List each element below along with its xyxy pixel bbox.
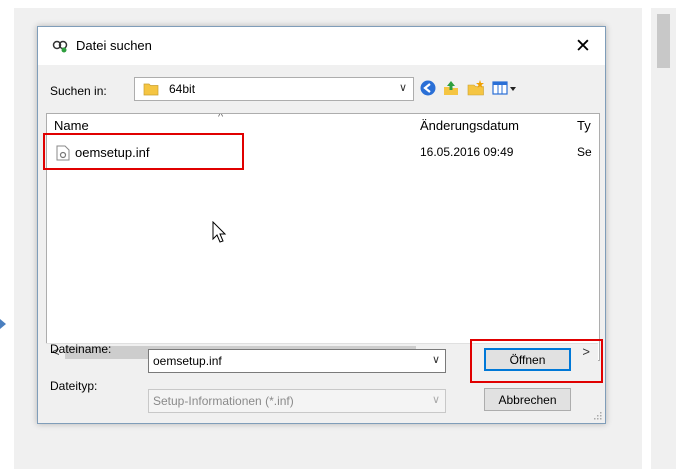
chevron-down-icon[interactable]: ∨: [396, 81, 410, 95]
look-in-combo[interactable]: 64bit ∨: [134, 77, 414, 101]
page-scrollbar-thumb[interactable]: [657, 14, 670, 68]
mouse-cursor-icon: [212, 221, 227, 243]
column-header-type[interactable]: Ty: [577, 118, 591, 140]
up-folder-icon[interactable]: [442, 79, 460, 97]
open-button[interactable]: Öffnen: [484, 348, 571, 371]
back-icon[interactable]: [419, 79, 437, 97]
page-scrollbar[interactable]: [651, 8, 676, 469]
look-in-value: 64bit: [169, 82, 196, 96]
filename-value: oemsetup.inf: [153, 354, 222, 368]
sort-ascending-icon: ^: [218, 113, 224, 123]
filetype-combo[interactable]: Setup-Informationen (*.inf) ∨: [148, 389, 446, 413]
dialog-title: Datei suchen: [76, 38, 152, 53]
cancel-button[interactable]: Abbrechen: [484, 388, 571, 411]
dialog-body: Suchen in: 64bit ∨ ^ Name Änderungsdatum…: [38, 65, 605, 423]
file-date: 16.05.2016 09:49: [420, 145, 514, 159]
view-menu-icon[interactable]: [492, 79, 518, 97]
title-bar: Datei suchen ✕: [38, 27, 605, 65]
column-header-date[interactable]: Änderungsdatum: [420, 118, 519, 140]
arrow-right-icon: [0, 319, 6, 329]
file-type: Se: [577, 145, 592, 159]
find-file-icon: [52, 40, 68, 53]
file-dialog: Datei suchen ✕ Suchen in: 64bit ∨ ^ Name…: [37, 26, 606, 424]
close-button[interactable]: ✕: [561, 27, 605, 65]
resize-grip-icon[interactable]: [592, 410, 602, 420]
filetype-label: Dateityp:: [50, 379, 98, 393]
folder-icon: [143, 83, 159, 96]
chevron-down-icon[interactable]: ∨: [432, 393, 440, 406]
chevron-down-icon[interactable]: ∨: [432, 353, 440, 366]
file-highlight-box: [43, 133, 244, 170]
new-folder-icon[interactable]: [467, 79, 485, 97]
filetype-value: Setup-Informationen (*.inf): [153, 394, 294, 408]
look-in-label: Suchen in:: [50, 84, 107, 98]
filename-input[interactable]: oemsetup.inf ∨: [148, 349, 446, 373]
filename-label: Dateiname:: [50, 342, 112, 356]
